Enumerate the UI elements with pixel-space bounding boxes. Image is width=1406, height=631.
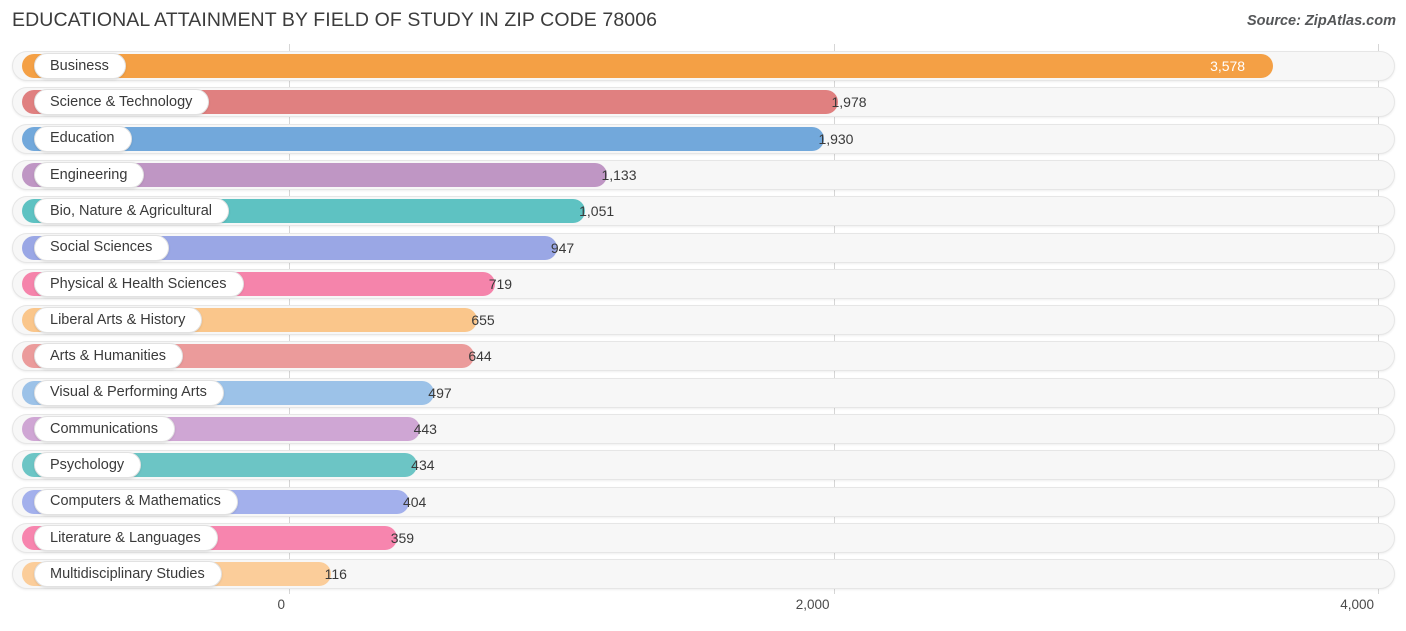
bar-value-label: 359 bbox=[390, 529, 415, 546]
bar-category-label: Arts & Humanities bbox=[50, 348, 167, 365]
bar-row[interactable]: Bio, Nature & Agricultural 1,051 bbox=[12, 196, 1395, 227]
bar-category-label: Liberal Arts & History bbox=[50, 311, 186, 328]
bar-category-pill[interactable]: Psychology bbox=[34, 452, 142, 479]
bar-row[interactable]: Business 3,578 bbox=[12, 51, 1395, 81]
bar-row[interactable]: Literature & Languages 359 bbox=[12, 522, 1395, 553]
bar-category-label: Communications bbox=[50, 420, 158, 437]
bar-value-label: 404 bbox=[402, 493, 427, 510]
bar-row[interactable]: Science & Technology 1,978 bbox=[12, 87, 1395, 118]
bar-row[interactable]: Engineering 1,133 bbox=[12, 159, 1395, 190]
bar-row[interactable]: Psychology 434 bbox=[12, 450, 1395, 481]
bar-row[interactable]: Computers & Mathematics 404 bbox=[12, 486, 1395, 517]
bar-category-pill[interactable]: Visual & Performing Arts bbox=[34, 379, 224, 406]
bar-value-label: 1,133 bbox=[601, 166, 637, 183]
bar-category-pill[interactable]: Science & Technology bbox=[34, 89, 210, 116]
x-axis-tick-label: 4,000 bbox=[1340, 597, 1374, 612]
bar-value-label: 1,930 bbox=[818, 130, 854, 147]
bar-value-label: 434 bbox=[411, 457, 435, 474]
bar-value-label: 497 bbox=[428, 384, 452, 401]
bar-category-label: Physical & Health Sciences bbox=[50, 275, 227, 292]
bar-category-label: Computers & Mathematics bbox=[50, 493, 221, 510]
bar-value-label: 719 bbox=[488, 275, 513, 292]
bar-fill[interactable] bbox=[22, 126, 825, 151]
bar-row[interactable]: Education 1,930 bbox=[12, 123, 1395, 154]
bar-category-label: Literature & Languages bbox=[50, 529, 201, 546]
x-axis: 0 2,000 4,000 bbox=[0, 594, 1406, 631]
bar-row[interactable]: Liberal Arts & History 655 bbox=[12, 305, 1395, 336]
source-attribution: Source: ZipAtlas.com bbox=[1246, 13, 1396, 29]
bar-value-label: 1,051 bbox=[579, 203, 615, 220]
bar-category-pill[interactable]: Multidisciplinary Studies bbox=[34, 561, 222, 588]
bar-row[interactable]: Arts & Humanities 644 bbox=[12, 341, 1395, 372]
bar-category-label: Engineering bbox=[50, 166, 128, 183]
bar-row[interactable]: Visual & Performing Arts 497 bbox=[12, 377, 1395, 408]
bar-value-label: 116 bbox=[324, 566, 347, 583]
bar-category-pill[interactable]: Computers & Mathematics bbox=[34, 488, 238, 515]
chart-container: EDUCATIONAL ATTAINMENT BY FIELD OF STUDY… bbox=[0, 0, 1406, 631]
bar-value-label: 443 bbox=[413, 421, 437, 437]
bar-row[interactable]: Multidisciplinary Studies 116 bbox=[12, 559, 1395, 590]
chart-header: EDUCATIONAL ATTAINMENT BY FIELD OF STUDY… bbox=[0, 0, 1406, 44]
x-axis-tick-label: 2,000 bbox=[795, 597, 830, 612]
page-title: EDUCATIONAL ATTAINMENT BY FIELD OF STUDY… bbox=[12, 9, 658, 31]
bar-row[interactable]: Social Sciences 947 bbox=[12, 232, 1395, 263]
bar-value-label: 3,578 bbox=[1210, 58, 1246, 74]
bar-category-label: Science & Technology bbox=[50, 94, 193, 111]
bar-category-label: Visual & Performing Arts bbox=[50, 384, 207, 401]
bar-category-label: Multidisciplinary Studies bbox=[50, 565, 205, 582]
bar-category-pill[interactable]: Arts & Humanities bbox=[34, 343, 184, 370]
plot-area: Business 3,578 Science & Technology 1,978 Ed… bbox=[0, 44, 1406, 594]
bar-value-label: 947 bbox=[550, 239, 575, 256]
bar-category-pill[interactable]: Literature & Languages bbox=[34, 524, 218, 551]
bar-category-label: Social Sciences bbox=[50, 239, 153, 256]
bar-category-pill[interactable]: Physical & Health Sciences bbox=[34, 270, 244, 297]
bar-category-pill[interactable]: Education bbox=[34, 125, 132, 152]
x-axis-tick-label: 0 bbox=[277, 597, 285, 612]
bar-category-label: Education bbox=[50, 130, 115, 147]
bar-value-label: 644 bbox=[468, 348, 492, 365]
bar-category-pill[interactable]: Communications bbox=[34, 416, 175, 442]
bar-category-label: Bio, Nature & Agricultural bbox=[50, 202, 212, 219]
bar-category-pill[interactable]: Liberal Arts & History bbox=[34, 307, 203, 334]
bar-value-label: 655 bbox=[471, 312, 495, 329]
bar-row[interactable]: Physical & Health Sciences 719 bbox=[12, 268, 1395, 299]
bar-category-pill[interactable]: Bio, Nature & Agricultural bbox=[34, 198, 229, 225]
bar-row[interactable]: Communications 443 bbox=[12, 414, 1395, 444]
bar-category-pill[interactable]: Engineering bbox=[34, 161, 145, 188]
bar-category-label: Psychology bbox=[50, 457, 125, 474]
bar-value-label: 1,978 bbox=[831, 94, 867, 111]
bar-category-pill[interactable]: Social Sciences bbox=[34, 234, 170, 261]
